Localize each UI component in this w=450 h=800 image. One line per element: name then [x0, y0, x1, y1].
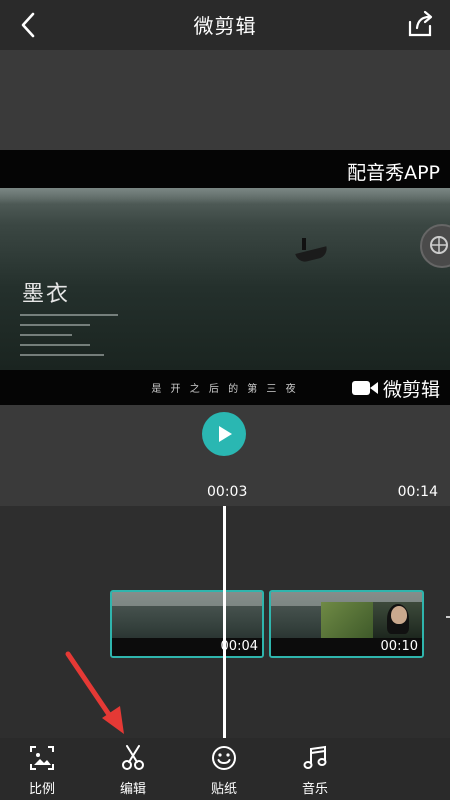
watermark-weijianji: 微剪辑 [351, 374, 440, 402]
red-arrow-icon [65, 651, 124, 734]
tab-sticker-label: 贴纸 [210, 782, 237, 797]
tab-edit-label: 编辑 [119, 782, 146, 797]
timeline-clip[interactable]: 00:10 [269, 590, 424, 658]
shoreline [0, 188, 450, 204]
tab-music-label: 音乐 [301, 782, 328, 797]
scissors-icon [122, 745, 144, 770]
timeline-clip[interactable]: 00:04 [110, 590, 264, 658]
share-icon[interactable] [404, 8, 436, 40]
watermark-peiyinxiu: 配音秀APP [347, 162, 440, 184]
timeline-end-marker [446, 616, 450, 618]
watermark-weijianji-text: 微剪辑 [382, 378, 440, 401]
video-credits [20, 306, 118, 364]
tab-sticker[interactable]: 贴纸 [194, 744, 254, 797]
current-time: 00:03 [207, 484, 248, 500]
clip-thumbnail-portrait [373, 602, 422, 638]
top-bar: 微剪辑 [0, 0, 450, 50]
music-note-icon [303, 745, 327, 769]
page-title: 微剪辑 [193, 14, 257, 38]
clip-thumbnail-field [321, 602, 373, 638]
tab-ratio-label: 比例 [28, 782, 55, 797]
playhead-line[interactable] [223, 506, 226, 738]
clip-duration: 00:04 [220, 639, 258, 654]
smiley-sticker-icon [212, 746, 236, 770]
bottom-toolbar: 比例 编辑 贴纸 音乐 [0, 738, 450, 800]
tab-edit[interactable]: 编辑 [103, 744, 163, 797]
time-indicator-bar: 00:03 00:14 [0, 476, 450, 506]
tab-music[interactable]: 音乐 [285, 744, 345, 797]
play-icon [219, 426, 232, 442]
play-button[interactable] [202, 412, 246, 456]
video-camera-icon [351, 381, 378, 395]
tab-ratio[interactable]: 比例 [12, 744, 72, 797]
preview-area [0, 50, 450, 150]
total-time: 00:14 [397, 484, 438, 500]
video-calligraphy-title: 墨衣 [22, 282, 71, 307]
clip-duration: 00:10 [380, 639, 418, 654]
ratio-image-icon [30, 746, 54, 770]
